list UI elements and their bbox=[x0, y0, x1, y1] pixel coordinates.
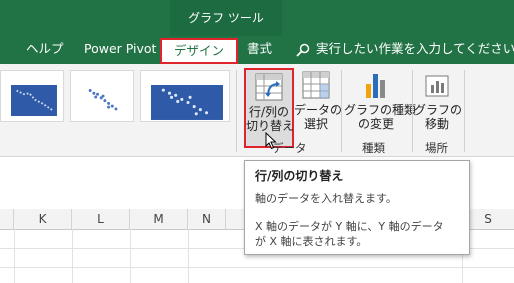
gridline bbox=[14, 229, 15, 283]
mouse-cursor-icon bbox=[265, 132, 277, 150]
column-header-m[interactable]: M bbox=[130, 209, 188, 229]
move-chart-label-2: 移動 bbox=[424, 117, 449, 131]
column-header-n[interactable]: N bbox=[188, 209, 226, 229]
chart-style-thumbnail[interactable] bbox=[140, 70, 230, 122]
group-label-location: 場所 bbox=[425, 141, 448, 155]
group-label-data: データ bbox=[272, 141, 307, 155]
select-data-label-2: 選択 bbox=[303, 117, 328, 131]
group-separator bbox=[464, 70, 465, 152]
tooltip-description: 軸のデータを入れ替えます。 bbox=[255, 192, 397, 205]
switch-row-column-tooltip: 行/列の切り替え 軸のデータを入れ替えます。 X 軸のデータが Y 軸に、Y 軸… bbox=[244, 160, 470, 255]
group-label-type: 種類 bbox=[362, 141, 385, 155]
group-separator bbox=[236, 70, 237, 152]
gridline bbox=[130, 229, 131, 283]
tooltip-title: 行/列の切り替え bbox=[255, 169, 344, 183]
chart-style-preview bbox=[11, 85, 57, 117]
change-chart-type-label-2: の変更 bbox=[357, 117, 394, 131]
tab-design[interactable]: デザイン bbox=[160, 38, 238, 64]
gridline bbox=[0, 267, 514, 268]
tell-me-search[interactable]: 実行したい作業を入力してください bbox=[296, 38, 514, 62]
move-chart-label-1: グラフの bbox=[414, 103, 463, 117]
select-data-button[interactable]: データの 選択 bbox=[294, 68, 343, 148]
tab-format[interactable]: 書式 bbox=[247, 38, 272, 64]
chart-style-thumbnail[interactable] bbox=[0, 70, 64, 122]
column-header[interactable] bbox=[0, 209, 14, 229]
tooltip-detail-line-2: が X 軸に表されます。 bbox=[255, 235, 368, 248]
chart-style-preview bbox=[151, 85, 223, 120]
tooltip-detail-line-1: X 軸のデータが Y 軸に、Y 軸のデータ bbox=[255, 220, 444, 233]
tab-power-pivot[interactable]: Power Pivot bbox=[84, 38, 156, 64]
group-separator bbox=[341, 70, 342, 152]
move-chart-button[interactable]: グラフの 移動 bbox=[414, 68, 463, 148]
chart-tools-context-label: グラフ ツール bbox=[170, 0, 282, 36]
select-data-icon bbox=[302, 71, 330, 99]
chart-style-preview bbox=[88, 89, 118, 111]
switch-row-column-label-2: 切り替え bbox=[246, 119, 295, 133]
change-chart-type-icon bbox=[366, 74, 385, 98]
chart-style-thumbnail[interactable] bbox=[70, 70, 134, 122]
search-icon bbox=[296, 43, 310, 57]
search-label: 実行したい作業を入力してください bbox=[316, 41, 514, 56]
tab-help[interactable]: ヘルプ bbox=[26, 38, 64, 64]
gridline bbox=[188, 229, 189, 283]
select-data-label-1: データの bbox=[294, 103, 343, 117]
group-separator bbox=[412, 70, 413, 152]
column-header-l[interactable]: L bbox=[72, 209, 130, 229]
switch-row-column-label-1: 行/列の bbox=[248, 105, 290, 119]
move-chart-icon bbox=[425, 75, 449, 97]
switch-row-column-icon bbox=[255, 73, 283, 101]
column-header-k[interactable]: K bbox=[14, 209, 72, 229]
change-chart-type-button[interactable]: グラフの種類 の変更 bbox=[344, 68, 417, 148]
change-chart-type-label-1: グラフの種類 bbox=[344, 103, 417, 117]
gridline bbox=[72, 229, 73, 283]
